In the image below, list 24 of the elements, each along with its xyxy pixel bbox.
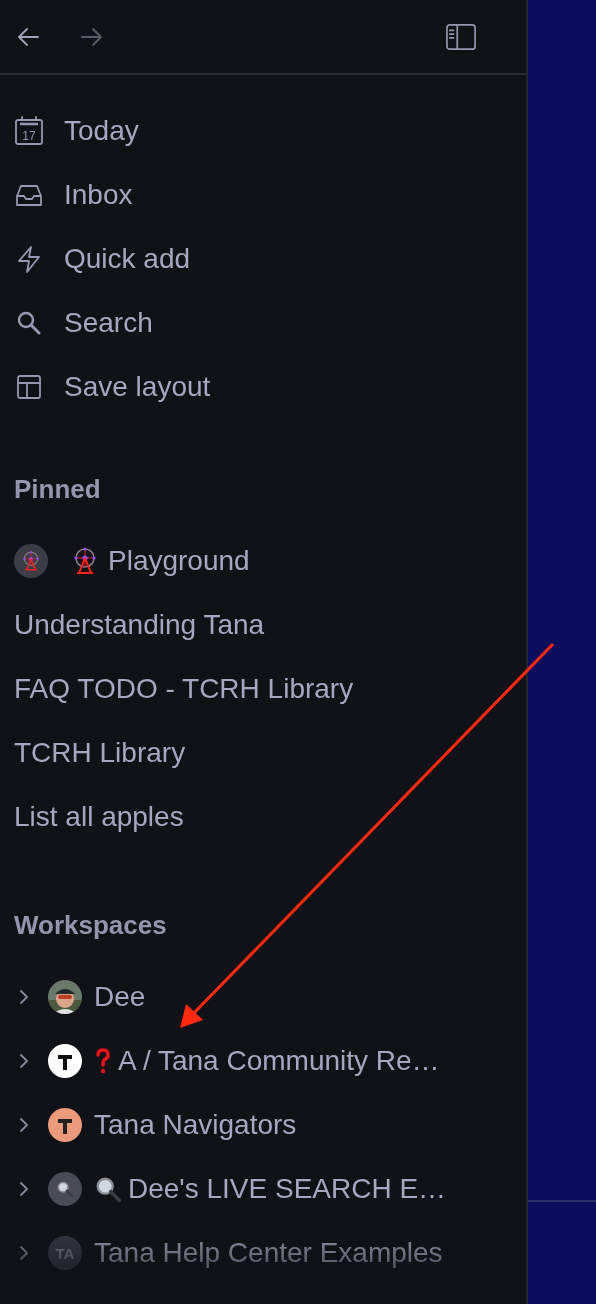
question-mark-icon [94, 1047, 112, 1075]
magnifier-icon [56, 1180, 74, 1198]
pinned-item[interactable]: TCRH Library [0, 721, 526, 785]
pinned-item[interactable]: Understanding Tana [0, 593, 526, 657]
workspace-item[interactable]: Dee's LIVE SEARCH E… [94, 1173, 447, 1205]
pinned-item[interactable]: Playground [0, 529, 526, 593]
section-heading: Workspaces [14, 909, 167, 941]
workspace-item[interactable]: Tana Navigators [94, 1109, 297, 1141]
workspace-item[interactable]: Tana Help Center Examples [94, 1237, 443, 1269]
workspace-item[interactable]: Dee [94, 981, 146, 1013]
sidebar-toggle-button[interactable] [446, 21, 476, 52]
pinned-item[interactable]: FAQ TODO - TCRH Library [0, 657, 526, 721]
layout-icon [14, 372, 44, 402]
section-heading: Pinned [14, 473, 101, 505]
nav-item[interactable]: Search [0, 291, 526, 355]
workspace-item[interactable]: A / Tana Community Re… [94, 1045, 440, 1077]
nav-item[interactable]: Inbox [0, 163, 526, 227]
calendar-icon: 17 [14, 116, 44, 146]
ferris-wheel-icon [20, 550, 42, 572]
nav-item[interactable]: Save layout [0, 355, 526, 419]
pinned-item[interactable]: List all apples [0, 785, 526, 849]
magnifier-icon [94, 1175, 122, 1203]
nav-item[interactable]: 17 Today [0, 99, 526, 163]
nav-item[interactable]: Quick add [0, 227, 526, 291]
